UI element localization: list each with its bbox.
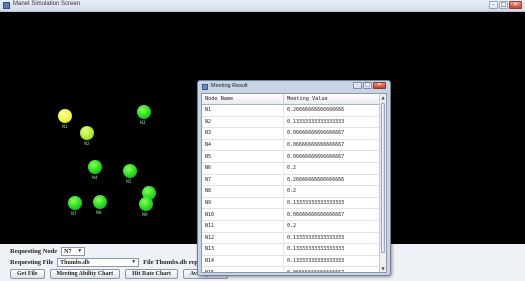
network-node[interactable]: [80, 126, 94, 140]
chevron-down-icon: ▼: [77, 249, 83, 254]
node-name-cell: N12: [202, 232, 284, 244]
get-file-button[interactable]: Get File: [10, 269, 45, 279]
node-label: N7: [71, 211, 77, 216]
vertical-scrollbar[interactable]: ▲ ▼: [379, 94, 386, 272]
node-name-cell: N6: [202, 162, 284, 174]
node-name-cell: N7: [202, 174, 284, 186]
meeting-value-cell: 0.06666666666666667: [287, 142, 345, 149]
meeting-value-cell: 0.13333333333333333: [287, 118, 345, 125]
meeting-value-cell: 0.06666666666666667: [287, 211, 345, 218]
meeting-value-cell: 0.13333333333333333: [287, 234, 345, 241]
requesting-node-value: N7: [64, 248, 72, 255]
meeting-result-table: Node Name Meeting Value N1 0.266666666666…: [201, 93, 387, 273]
node-label: N8: [96, 210, 102, 215]
table-row[interactable]: N7 0.26666666666666666: [202, 174, 380, 187]
table-row[interactable]: N3 0.06666666666666667: [202, 128, 380, 140]
network-node[interactable]: [137, 105, 151, 119]
requesting-file-select[interactable]: Thumbs.db ▼: [57, 258, 140, 267]
meeting-value-cell: 0.13333333333333333: [287, 246, 345, 253]
table-body: N1 0.26666666666666666 N2 0.133333333333333…: [202, 105, 380, 273]
node-label: N2: [84, 141, 90, 146]
meeting-value-cell: 0.26666666666666666: [287, 107, 345, 114]
window-controls: – □ ✕: [489, 1, 522, 10]
network-node[interactable]: [68, 196, 82, 210]
meeting-value-cell: 0.06666666666666667: [287, 153, 345, 160]
node-name-cell: N3: [202, 128, 284, 139]
dialog-controls: – □ ✕: [353, 82, 386, 89]
table-row[interactable]: N9 0.13333333333333333: [202, 197, 380, 210]
node-label: N4: [92, 175, 98, 180]
requesting-file-value: Thumbs.db: [60, 259, 90, 266]
close-button[interactable]: ✕: [509, 1, 522, 9]
table-row[interactable]: N14 0.13333333333333333: [202, 255, 380, 268]
requesting-file-label: Requesting File: [10, 259, 54, 266]
column-header-meeting-value[interactable]: Meeting Value: [284, 94, 380, 104]
meeting-value-cell: 0.13333333333333333: [287, 200, 345, 207]
column-header-node-name[interactable]: Node Name: [202, 94, 284, 104]
network-node[interactable]: [123, 164, 137, 178]
network-node[interactable]: [93, 195, 107, 209]
node-name-cell: N13: [202, 244, 284, 255]
dialog-close-button[interactable]: ✕: [373, 82, 386, 89]
node-name-cell: N9: [202, 197, 284, 209]
node-label: N3: [140, 120, 146, 125]
meeting-value-cell: 0.06666666666666667: [287, 130, 345, 137]
node-label: N9: [142, 212, 148, 217]
table-row[interactable]: N12 0.13333333333333333: [202, 232, 380, 245]
node-name-cell: N1: [202, 105, 284, 116]
node-name-cell: N2: [202, 116, 284, 128]
main-window-titlebar[interactable]: Manet Simulation Screen – □ ✕: [0, 0, 525, 12]
dialog-titlebar[interactable]: Meeting Result – □ ✕: [198, 81, 390, 93]
table-row[interactable]: N2 0.13333333333333333: [202, 116, 380, 129]
table-row[interactable]: N1 0.26666666666666666: [202, 105, 380, 117]
node-name-cell: N4: [202, 139, 284, 151]
minimize-button[interactable]: –: [489, 1, 498, 9]
meeting-value-cell: 0.2: [287, 223, 297, 230]
node-name-cell: N8: [202, 186, 284, 197]
meeting-value-cell: 0.06666666666666667: [287, 269, 345, 273]
table-row[interactable]: N10 0.06666666666666667: [202, 209, 380, 221]
network-node[interactable]: [58, 109, 72, 123]
node-name-cell: N15: [202, 267, 284, 272]
table-row[interactable]: N4 0.06666666666666667: [202, 139, 380, 152]
requesting-node-select[interactable]: N7 ▼: [61, 247, 86, 256]
hit-rate-chart-button[interactable]: Hit Rate Chart: [125, 269, 178, 279]
dialog-app-icon: [202, 84, 208, 90]
network-node[interactable]: [88, 160, 102, 174]
node-name-cell: N14: [202, 255, 284, 267]
requesting-node-label: Requesting Node: [10, 248, 58, 255]
scroll-up-icon[interactable]: ▲: [380, 94, 386, 101]
table-header: Node Name Meeting Value: [202, 94, 380, 105]
table-row[interactable]: N15 0.06666666666666667: [202, 267, 380, 273]
node-name-cell: N11: [202, 220, 284, 232]
table-row[interactable]: N13 0.13333333333333333: [202, 244, 380, 256]
meeting-value-cell: 0.2: [287, 165, 297, 172]
meeting-value-cell: 0.26666666666666666: [287, 176, 345, 183]
table-row[interactable]: N5 0.06666666666666667: [202, 151, 380, 163]
meeting-ability-chart-button[interactable]: Meeting Ability Chart: [49, 269, 121, 279]
node-name-cell: N10: [202, 209, 284, 220]
dialog-minimize-button[interactable]: –: [353, 82, 362, 89]
table-row[interactable]: N11 0.2: [202, 220, 380, 233]
app-icon: [3, 2, 10, 9]
node-label: N5: [126, 179, 132, 184]
node-name-cell: N5: [202, 151, 284, 162]
scrollbar-thumb[interactable]: [381, 103, 385, 253]
dialog-title: Meeting Result: [211, 83, 248, 89]
table-row[interactable]: N6 0.2: [202, 162, 380, 175]
maximize-button[interactable]: □: [499, 1, 508, 9]
action-buttons-row: Get File Meeting Ability Chart Hit Rate …: [10, 269, 228, 279]
scroll-down-icon[interactable]: ▼: [380, 265, 386, 272]
requesting-node-row: Requesting Node N7 ▼: [10, 247, 86, 256]
dialog-maximize-button[interactable]: □: [363, 82, 372, 89]
table-row[interactable]: N8 0.2: [202, 186, 380, 198]
meeting-value-cell: 0.2: [287, 188, 297, 195]
network-node[interactable]: [139, 197, 153, 211]
window-title: Manet Simulation Screen: [13, 1, 81, 7]
meeting-result-dialog: Meeting Result – □ ✕ Node Name Meeting V…: [197, 80, 391, 276]
chevron-down-icon: ▼: [131, 260, 137, 265]
node-label: N1: [62, 124, 68, 129]
meeting-value-cell: 0.13333333333333333: [287, 258, 345, 265]
